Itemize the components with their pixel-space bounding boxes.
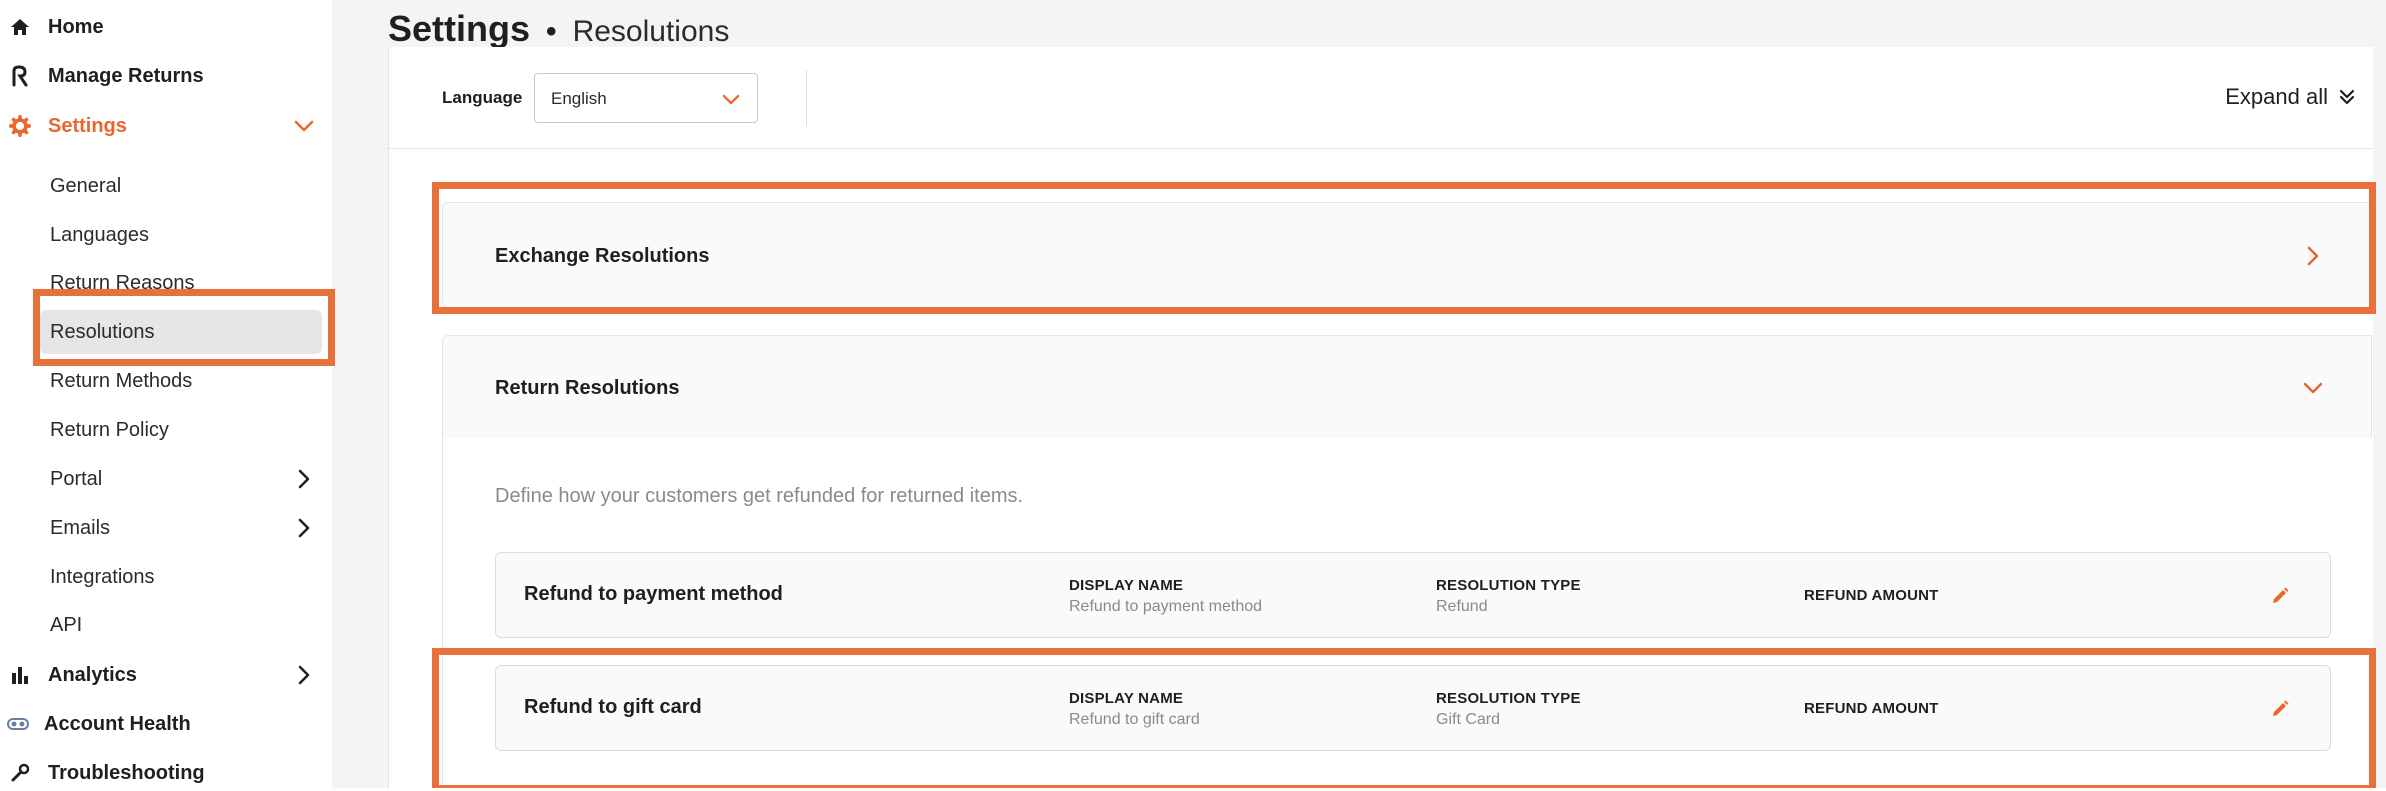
resolution-type-value: Gift Card — [1436, 711, 1501, 728]
nav-settings-label: Settings — [48, 114, 127, 137]
expand-all-label: Expand all — [2225, 84, 2328, 109]
gear-icon — [8, 114, 32, 138]
nav-home[interactable]: Home — [8, 9, 104, 45]
display-name-header: DISPLAY NAME — [1069, 577, 1184, 594]
return-resolutions-description: Define how your customers get refunded f… — [495, 485, 1024, 507]
resolution-type-header: RESOLUTION TYPE — [1436, 690, 1581, 707]
nav-troubleshooting[interactable]: Troubleshooting — [8, 755, 205, 791]
language-select[interactable]: English — [534, 73, 758, 123]
nav-analytics-label: Analytics — [48, 663, 137, 686]
sidebar-item-general[interactable]: General — [50, 171, 121, 201]
sidebar: Home Manage Returns Settings General Lan… — [0, 0, 332, 788]
double-chevron-down-icon — [2338, 88, 2356, 106]
pencil-icon[interactable] — [2268, 697, 2292, 721]
nav-analytics[interactable]: Analytics — [8, 657, 137, 693]
sidebar-item-emails[interactable]: Emails — [50, 513, 110, 543]
return-resolutions-title: Return Resolutions — [495, 377, 680, 399]
toolbar-divider — [806, 70, 807, 126]
sidebar-item-return-methods[interactable]: Return Methods — [50, 366, 192, 396]
sidebar-item-portal[interactable]: Portal — [50, 464, 102, 494]
resolution-name: Refund to gift card — [524, 696, 702, 718]
nav-account-health-label: Account Health — [44, 712, 191, 735]
toolbar-divider-line — [389, 148, 2372, 149]
display-name-value: Refund to payment method — [1069, 598, 1263, 615]
sidebar-item-return-policy[interactable]: Return Policy — [50, 415, 169, 445]
resolution-row[interactable]: Refund to payment method DISPLAY NAME Re… — [495, 552, 2331, 638]
language-label: Language — [442, 88, 523, 107]
nav-manage-returns-label: Manage Returns — [48, 64, 204, 87]
chevron-right-icon[interactable] — [292, 663, 316, 687]
resolution-type-header: RESOLUTION TYPE — [1436, 577, 1581, 594]
expand-all-button[interactable]: Expand all — [2225, 84, 2356, 110]
exchange-resolutions-title: Exchange Resolutions — [495, 245, 710, 267]
page-title-main: Settings — [388, 8, 531, 49]
sidebar-item-api[interactable]: API — [50, 610, 82, 640]
bar-chart-icon — [8, 663, 32, 687]
chevron-right-icon[interactable] — [292, 467, 316, 491]
health-icon — [6, 712, 30, 736]
display-name-header: DISPLAY NAME — [1069, 690, 1184, 707]
sidebar-item-return-reasons[interactable]: Return Reasons — [50, 268, 195, 298]
nav-troubleshooting-label: Troubleshooting — [48, 761, 205, 784]
language-value: English — [551, 89, 607, 108]
title-separator: • — [546, 15, 557, 48]
sidebar-item-resolutions[interactable]: Resolutions — [50, 317, 155, 347]
pencil-icon[interactable] — [2268, 584, 2292, 608]
nav-settings[interactable]: Settings — [8, 108, 127, 144]
nav-account-health[interactable]: Account Health — [6, 706, 191, 742]
chevron-right-icon[interactable] — [292, 516, 316, 540]
resolution-type-value: Refund — [1436, 598, 1488, 615]
return-resolutions-accordion[interactable]: Return Resolutions — [442, 335, 2372, 439]
chevron-right-icon — [2301, 244, 2325, 268]
refund-amount-header: REFUND AMOUNT — [1804, 700, 1939, 717]
returns-icon — [8, 64, 32, 88]
sidebar-item-languages[interactable]: Languages — [50, 220, 149, 250]
exchange-resolutions-accordion[interactable]: Exchange Resolutions — [442, 202, 2372, 308]
nav-manage-returns[interactable]: Manage Returns — [8, 58, 204, 94]
resolution-row[interactable]: Refund to gift card DISPLAY NAME Refund … — [495, 665, 2331, 751]
page-subtitle: Resolutions — [572, 15, 730, 48]
home-icon — [8, 15, 32, 39]
chevron-down-icon — [2301, 376, 2325, 400]
display-name-value: Refund to gift card — [1069, 711, 1200, 728]
wrench-icon — [8, 761, 32, 785]
resolution-name: Refund to payment method — [524, 583, 783, 605]
page-title: Settings • Resolutions — [388, 8, 729, 50]
chevron-down-icon[interactable] — [292, 114, 316, 138]
refund-amount-header: REFUND AMOUNT — [1804, 587, 1939, 604]
chevron-down-icon — [719, 87, 743, 111]
sidebar-item-integrations[interactable]: Integrations — [50, 562, 155, 592]
nav-home-label: Home — [48, 15, 104, 38]
